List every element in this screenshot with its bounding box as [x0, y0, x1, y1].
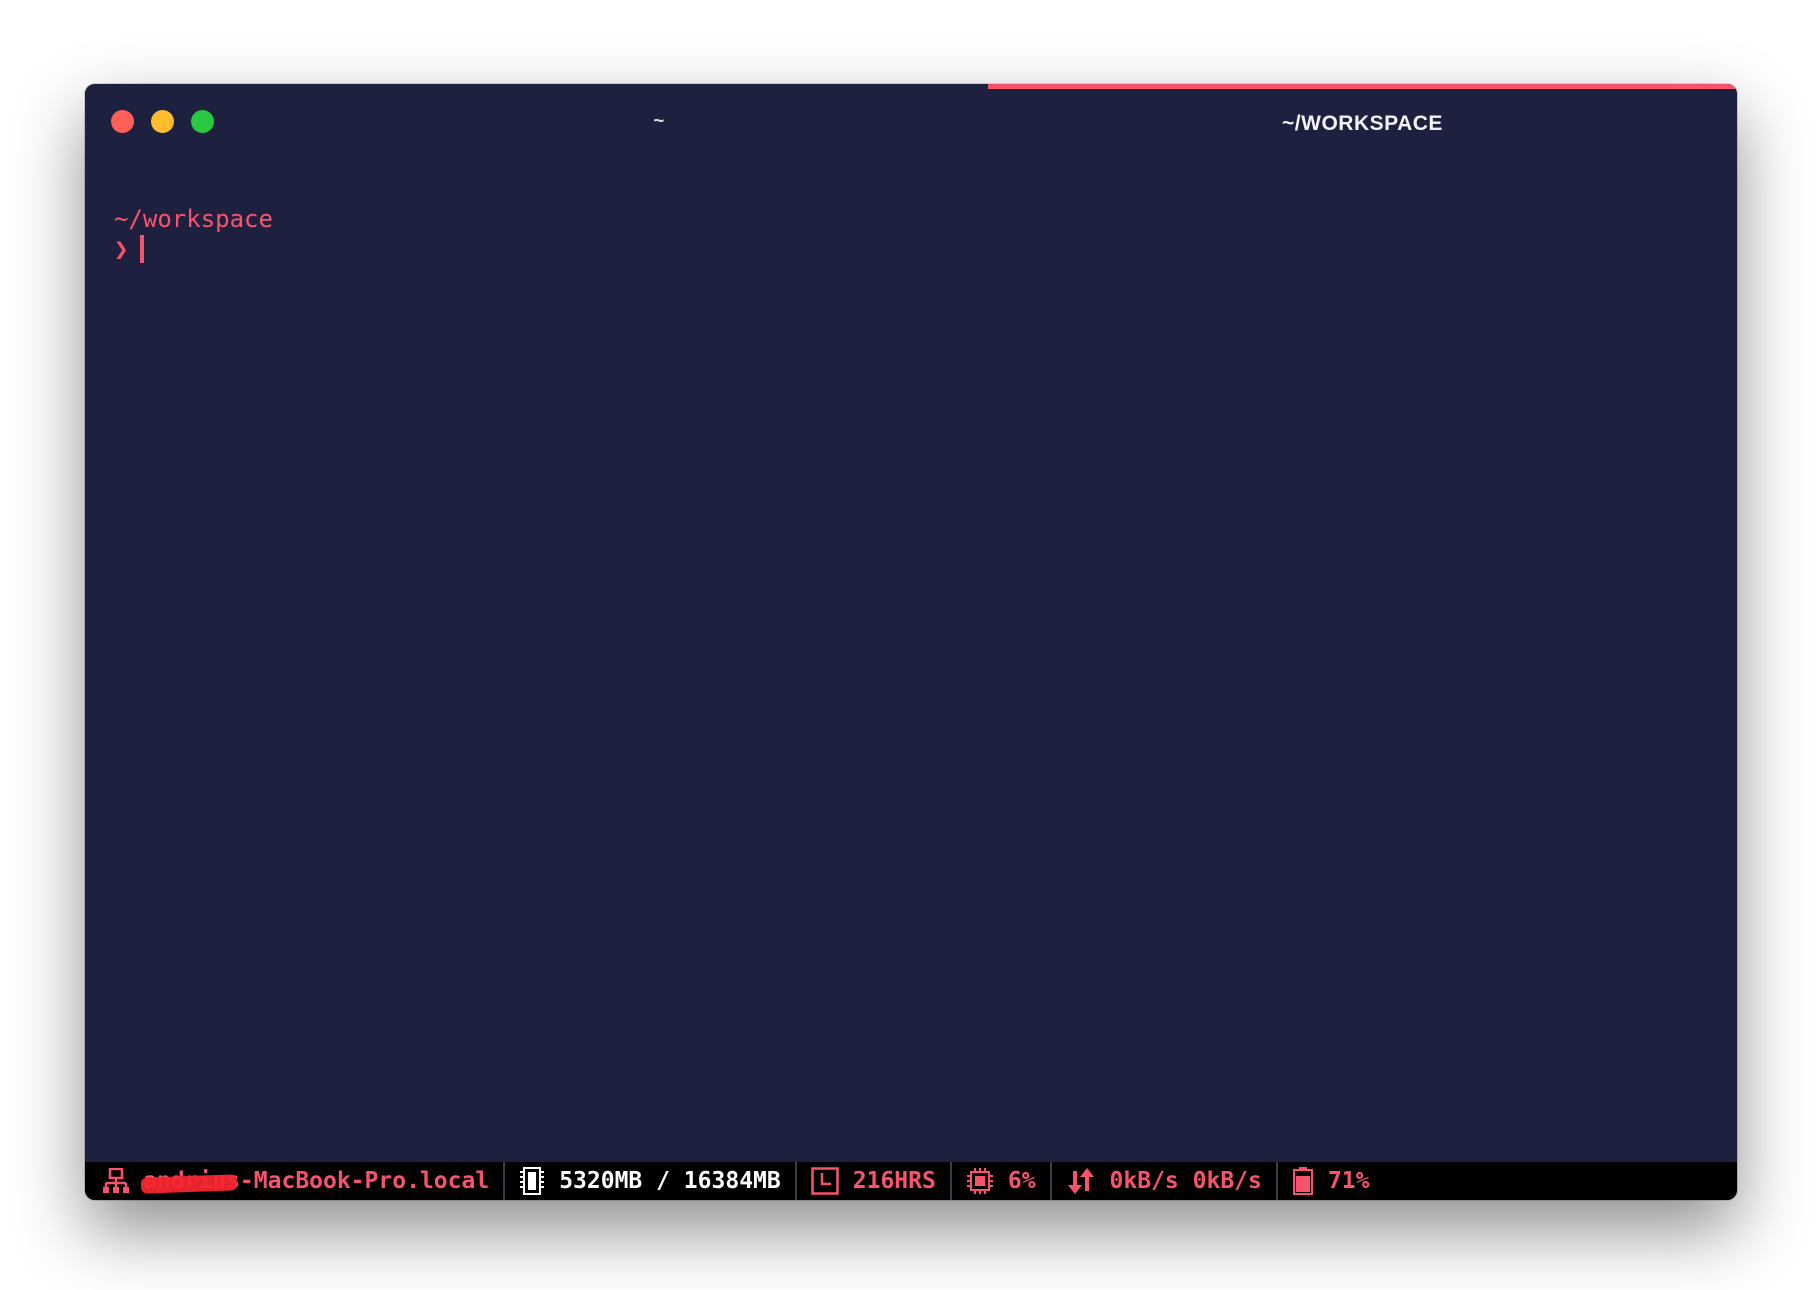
minimize-window-button[interactable] [151, 110, 174, 133]
battery-icon [1292, 1167, 1314, 1195]
cpu-icon [966, 1167, 994, 1195]
prompt-line[interactable]: ❯ [114, 234, 145, 264]
memory-value: 5320MB / 16384MB [559, 1168, 781, 1194]
text-cursor [140, 235, 145, 263]
tab-workspace-label: ~/WORKSPACE [1282, 111, 1443, 135]
close-window-button[interactable] [111, 110, 134, 133]
tab-home-label: ~ [653, 111, 665, 132]
memory-icon [519, 1167, 545, 1195]
status-hostname: andrius-MacBook-Pro.local [85, 1162, 506, 1200]
network-host-icon [103, 1168, 129, 1194]
terminal-content[interactable]: ~/workspace ❯ [85, 160, 1737, 1162]
tab-workspace[interactable]: ~/WORKSPACE [988, 84, 1737, 160]
title-bar[interactable]: ~ ~/WORKSPACE [85, 84, 1737, 160]
network-value: 0kB/s 0kB/s [1109, 1168, 1262, 1194]
zoom-window-button[interactable] [191, 110, 214, 133]
terminal-window: ~ ~/WORKSPACE ~/workspace ❯ andrius-MacB… [85, 84, 1737, 1200]
status-memory: 5320MB / 16384MB [505, 1162, 797, 1200]
hostname-value: andrius-MacBook-Pro.local [143, 1168, 490, 1194]
status-cpu: 6% [952, 1162, 1052, 1200]
current-directory: ~/workspace [114, 205, 273, 233]
status-battery: 71% [1278, 1162, 1384, 1200]
clock-icon [811, 1167, 839, 1195]
battery-value: 71% [1327, 1168, 1370, 1194]
cpu-value: 6% [1007, 1168, 1036, 1194]
up-down-arrows-icon [1066, 1167, 1096, 1195]
prompt-symbol: ❯ [114, 235, 129, 263]
status-network: 0kB/s 0kB/s [1052, 1162, 1278, 1200]
uptime-value: 216HRS [852, 1168, 936, 1194]
status-uptime: 216HRS [797, 1162, 952, 1200]
status-bar: andrius-MacBook-Pro.local 5320MB / 16384… [85, 1162, 1737, 1200]
tab-home[interactable]: ~ [245, 84, 1073, 160]
